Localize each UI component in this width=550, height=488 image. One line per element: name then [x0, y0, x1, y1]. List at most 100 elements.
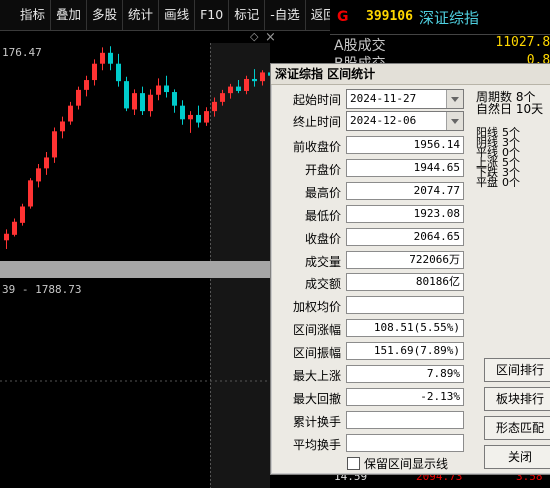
candle — [124, 76, 129, 112]
stat-row: 前收盘价 1956.14 — [271, 136, 471, 156]
range-ranking-button[interactable]: 区间排行 — [484, 358, 550, 382]
candle — [180, 100, 185, 125]
stat-value-field[interactable]: 151.69(7.89%) — [346, 342, 464, 361]
stat-value-field[interactable]: 2074.77 — [346, 181, 464, 200]
stat-value-field[interactable]: 1944.65 — [346, 158, 464, 177]
stat-label: 最低价 — [304, 208, 341, 223]
stat-value-field[interactable]: 2064.65 — [346, 227, 464, 246]
stat-label: 开盘价 — [304, 162, 341, 177]
candle — [28, 178, 33, 209]
toolbar-f10[interactable]: F10 — [195, 0, 230, 30]
candle-count-item: 平盘 0个 — [476, 176, 520, 189]
stat-value-field[interactable]: 80186亿 — [346, 273, 464, 292]
checkbox-icon[interactable] — [347, 457, 360, 470]
stat-value-field[interactable] — [346, 296, 464, 315]
toolbar-indicator[interactable]: 指标 — [0, 0, 52, 30]
stat-value-field[interactable]: 722066万 — [346, 250, 464, 269]
keep-range-line-checkbox[interactable]: 保留区间显示线 — [347, 455, 448, 472]
toolbar-multi-stock[interactable]: 多股 — [87, 0, 124, 30]
sector-ranking-button[interactable]: 板块排行 — [484, 387, 550, 411]
chart-toolbar: 指标 叠加 多股 统计 画线 F10 标记 -自选 返回 — [0, 0, 342, 31]
stat-label: 成交额 — [304, 277, 341, 292]
candle — [4, 229, 9, 250]
stat-label: 成交量 — [304, 254, 341, 269]
stat-row: 最大上涨 7.89% — [271, 365, 471, 385]
toolbar-statistics[interactable]: 统计 — [123, 0, 160, 30]
candle — [188, 111, 193, 133]
stat-value-field[interactable]: 1956.14 — [346, 136, 464, 154]
candle — [36, 163, 41, 188]
start-time-label: 起始时间 — [292, 93, 341, 107]
quote-row: A股成交 11027.85 — [330, 35, 550, 55]
candle — [140, 86, 145, 115]
stat-label: 前收盘价 — [292, 140, 341, 154]
stat-row: 区间涨幅 108.51(5.55%) — [271, 319, 471, 339]
stat-label: 区间涨幅 — [292, 323, 341, 338]
candle — [60, 116, 65, 139]
natural-days: 自然日 10天 — [476, 102, 544, 116]
stat-row: 最高价 2074.77 — [271, 181, 471, 202]
candle — [196, 105, 201, 128]
stat-row: 加权均价 — [271, 296, 471, 316]
stat-value-field[interactable] — [346, 410, 464, 429]
start-time-row: 起始时间 2024-11-27 — [271, 89, 471, 109]
candle — [100, 47, 105, 71]
checkbox-label: 保留区间显示线 — [364, 457, 449, 471]
stat-label: 加权均价 — [292, 300, 341, 315]
end-date-picker[interactable]: 2024-12-06 — [346, 111, 464, 131]
candle — [172, 89, 177, 113]
toolbar-remove-watchlist[interactable]: -自选 — [265, 0, 306, 30]
stat-row: 平均换手 — [271, 433, 471, 454]
stat-row: 收盘价 2064.65 — [271, 227, 471, 248]
stat-row: 开盘价 1944.65 — [271, 158, 471, 179]
stat-label: 最高价 — [304, 185, 341, 200]
toolbar-overlay[interactable]: 叠加 — [51, 0, 88, 30]
candle — [116, 53, 121, 87]
candle — [44, 152, 49, 175]
candle — [84, 75, 89, 97]
end-time-row: 终止时间 2024-12-06 — [271, 111, 471, 131]
group-badge: G — [337, 9, 349, 25]
dropdown-arrow-icon[interactable] — [446, 112, 463, 130]
range-price-label: 39 - 1788.73 — [2, 283, 82, 296]
candle — [20, 203, 25, 226]
end-time-label: 终止时间 — [292, 115, 341, 129]
stat-value-field[interactable]: 7.89% — [346, 365, 464, 383]
start-date-value: 2024-11-27 — [350, 92, 417, 105]
pattern-match-button[interactable]: 形态匹配 — [484, 416, 550, 440]
start-date-picker[interactable]: 2024-11-27 — [346, 89, 464, 109]
stock-name: 深证综指 — [419, 9, 480, 27]
stat-value-field[interactable]: 1923.08 — [346, 204, 464, 223]
candle — [52, 127, 57, 163]
stat-label: 累计换手 — [292, 414, 341, 429]
stat-value-field[interactable]: -2.13% — [346, 387, 464, 406]
candle — [68, 101, 73, 125]
stat-label: 收盘价 — [304, 231, 341, 246]
end-date-value: 2024-12-06 — [350, 114, 417, 127]
stat-row: 区间振幅 151.69(7.89%) — [271, 342, 471, 362]
close-button[interactable]: 关闭 — [484, 445, 550, 469]
dialog-title: 深证综指 区间统计 — [271, 64, 550, 85]
toolbar-draw-line[interactable]: 画线 — [159, 0, 196, 30]
stat-label: 平均换手 — [292, 437, 341, 452]
stat-label: 区间振幅 — [292, 346, 341, 361]
dropdown-arrow-icon[interactable] — [446, 90, 463, 108]
candle — [12, 218, 17, 237]
toolbar-mark[interactable]: 标记 — [229, 0, 266, 30]
quote-row-label: A股成交 — [334, 38, 386, 54]
stat-value-field[interactable] — [346, 433, 464, 452]
stat-row: 累计换手 — [271, 410, 471, 431]
stat-value-field[interactable]: 108.51(5.55%) — [346, 319, 464, 338]
stat-label: 最大回撤 — [292, 391, 341, 406]
stat-row: 最低价 1923.08 — [271, 204, 471, 225]
quote-row-value: 11027.85 — [495, 35, 550, 50]
candle — [92, 59, 97, 86]
candle — [204, 107, 209, 126]
stat-row: 最大回撤 -2.13% — [271, 387, 471, 408]
candle — [156, 78, 161, 101]
candle — [148, 89, 153, 117]
stat-label: 最大上涨 — [292, 369, 341, 383]
range-statistics-dialog: 深证综指 区间统计 起始时间 2024-11-27 终止时间 2024-12-0… — [270, 63, 550, 475]
candle — [108, 46, 113, 71]
candle — [76, 86, 81, 110]
